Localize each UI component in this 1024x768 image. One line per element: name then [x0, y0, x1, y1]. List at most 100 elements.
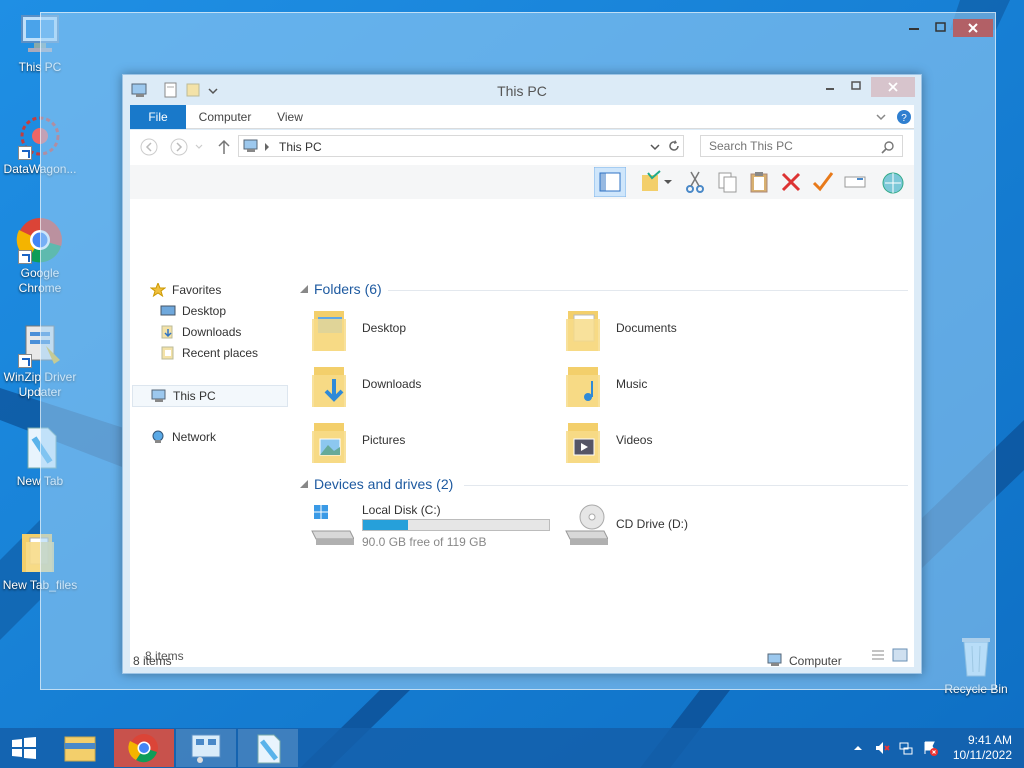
window-title: This PC — [497, 83, 547, 99]
minimize-icon[interactable] — [817, 77, 843, 97]
collapse-icon[interactable] — [300, 285, 308, 293]
taskbar: 9:41 AM 10/11/2022 — [0, 728, 1024, 768]
back-icon[interactable] — [140, 138, 158, 156]
close-icon[interactable] — [871, 77, 915, 97]
cut-icon[interactable] — [682, 169, 708, 195]
chevron-down-icon[interactable] — [649, 142, 661, 152]
address-bar-row: This PC — [130, 130, 914, 165]
folder-tile-label: Documents — [616, 321, 677, 335]
chevron-down-icon[interactable] — [662, 169, 674, 195]
tab-computer[interactable]: Computer — [194, 105, 256, 129]
drive-label: CD Drive (D:) — [616, 517, 688, 531]
maximize-icon[interactable] — [927, 19, 953, 37]
drive-usage-fill — [363, 520, 409, 530]
taskbar-google-chrome[interactable] — [114, 729, 174, 767]
search-input[interactable] — [701, 136, 881, 156]
folder-tile-pictures[interactable]: Pictures — [310, 417, 510, 467]
shortcut-arrow-icon — [18, 250, 32, 264]
rename-icon[interactable] — [842, 169, 868, 195]
group-header-label: Devices and drives (2) — [314, 476, 454, 492]
desktop-folder-icon — [312, 311, 346, 351]
close-icon[interactable] — [953, 19, 993, 37]
main-pane: Folders (6) Desktop Documents Downloads … — [292, 199, 914, 645]
search-icon[interactable] — [881, 140, 895, 154]
network-status-icon[interactable] — [898, 740, 914, 756]
ribbon-tabs: File Computer View ? — [130, 105, 914, 129]
cd-drive-icon — [565, 504, 608, 545]
desktop-icon — [160, 305, 176, 316]
action-center-icon[interactable] — [922, 740, 938, 756]
explorer-window: This PC File Computer View ? This PC Sea… — [122, 74, 922, 674]
folder-tile-label: Desktop — [362, 321, 407, 335]
checkmark-icon[interactable] — [810, 169, 836, 195]
collapse-icon[interactable] — [300, 480, 308, 488]
tab-file[interactable]: File — [130, 105, 186, 129]
drive-tile-local-disk[interactable]: Local Disk (C:) 90.0 GB free of 119 GB — [310, 501, 560, 551]
folder-tile-label: Downloads — [362, 377, 422, 391]
paste-icon[interactable] — [746, 169, 772, 195]
folder-tile-documents[interactable]: Documents — [564, 305, 764, 355]
tab-view[interactable]: View — [270, 105, 310, 129]
title-bar[interactable]: This PC — [123, 75, 921, 105]
clock-time: 9:41 AM — [967, 733, 1012, 747]
group-divider — [464, 485, 908, 486]
minimize-icon[interactable] — [901, 19, 927, 37]
maximize-icon[interactable] — [843, 77, 869, 97]
folder-tile-downloads[interactable]: Downloads — [310, 361, 510, 411]
outer-status-bar: 8 items Computer — [123, 647, 921, 673]
shell-icon[interactable] — [880, 169, 906, 195]
show-hidden-icons-icon[interactable] — [850, 740, 866, 756]
network-icon — [152, 430, 164, 443]
command-toolbar — [130, 165, 914, 199]
forward-icon[interactable] — [170, 138, 188, 156]
volume-muted-icon[interactable] — [874, 740, 890, 756]
system-clock[interactable]: 9:41 AM 10/11/2022 — [953, 733, 1012, 763]
content-area: Favorites Desktop Downloads Recent place… — [130, 199, 914, 645]
shortcut-arrow-icon — [18, 354, 32, 368]
drive-tile-cd-drive[interactable]: CD Drive (D:) — [564, 501, 764, 551]
up-arrow-icon[interactable] — [216, 138, 232, 156]
checkbox-folder-icon[interactable] — [638, 169, 664, 195]
shortcut-arrow-icon — [18, 146, 32, 160]
chevron-down-icon[interactable] — [194, 142, 204, 152]
taskbar-control-panel[interactable] — [176, 729, 236, 767]
copy-icon[interactable] — [714, 169, 740, 195]
help-icon[interactable]: ? — [896, 109, 912, 125]
clock-date: 10/11/2022 — [952, 748, 1012, 762]
documents-folder-icon — [566, 311, 600, 351]
group-divider — [388, 290, 908, 291]
search-box[interactable] — [700, 135, 903, 157]
drive-usage-bar — [362, 519, 550, 531]
computer-icon — [243, 139, 258, 152]
pictures-folder-icon — [312, 423, 346, 463]
svg-text:?: ? — [901, 113, 907, 124]
hard-drive-icon — [311, 505, 354, 545]
nav-favorites-label: Favorites — [172, 283, 222, 297]
folder-tile-music[interactable]: Music — [564, 361, 764, 411]
delete-icon[interactable] — [778, 169, 804, 195]
refresh-icon[interactable] — [667, 139, 681, 153]
folder-tile-label: Videos — [616, 433, 653, 447]
chevron-right-icon[interactable] — [263, 142, 271, 152]
nav-this-pc-selected[interactable]: This PC — [132, 385, 288, 407]
folder-tile-label: Music — [616, 377, 648, 391]
videos-folder-icon — [566, 423, 600, 463]
nav-network-label: Network — [172, 430, 217, 444]
chrome-icon — [128, 734, 158, 763]
group-header-label: Folders (6) — [314, 281, 382, 297]
control-panel-icon — [191, 734, 221, 763]
windows-start-icon[interactable] — [10, 736, 38, 760]
recent-places-icon — [161, 346, 174, 360]
folder-tile-videos[interactable]: Videos — [564, 417, 764, 467]
preview-pane-icon[interactable] — [594, 167, 626, 197]
document-icon — [257, 734, 281, 764]
chevron-down-icon[interactable] — [874, 111, 888, 123]
folder-tile-desktop[interactable]: Desktop — [310, 305, 510, 355]
drive-label: Local Disk (C:) — [362, 503, 441, 517]
taskbar-document[interactable] — [238, 729, 298, 767]
drive-free-space: 90.0 GB free of 119 GB — [362, 535, 487, 549]
computer-icon — [151, 389, 166, 402]
star-icon — [150, 283, 166, 297]
address-bar[interactable]: This PC — [238, 135, 684, 157]
taskbar-file-explorer[interactable] — [50, 729, 110, 767]
